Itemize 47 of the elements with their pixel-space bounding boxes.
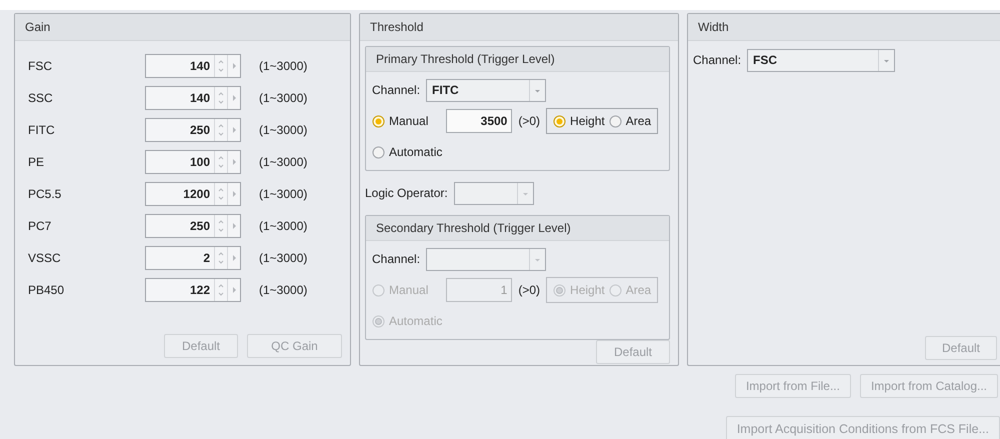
constraint-text: (>0): [518, 114, 540, 128]
dropdown[interactable]: FITC: [426, 78, 546, 102]
panel-title: Threshold: [360, 14, 678, 41]
radio-option[interactable]: Area: [608, 114, 652, 128]
threshold-input[interactable]: 3500: [446, 109, 512, 133]
radio-icon[interactable]: [372, 114, 385, 128]
range-text: (1~3000): [259, 283, 308, 297]
gain-spinbox[interactable]: 250: [145, 118, 241, 142]
range-text: (1~3000): [259, 155, 308, 169]
gain-spinbox[interactable]: 2: [145, 246, 241, 270]
radio-option[interactable]: Automatic: [372, 145, 442, 159]
range-text: (1~3000): [259, 91, 308, 105]
radio-icon[interactable]: [553, 114, 566, 128]
radio-option[interactable]: Height: [553, 114, 605, 128]
channel-label: PE: [28, 155, 46, 169]
constraint-text: (>0): [518, 283, 540, 297]
gain-spinbox[interactable]: 140: [145, 54, 241, 78]
channel-label: SSC: [28, 91, 54, 105]
channel-label: FITC: [28, 123, 56, 137]
field-label: Channel:: [372, 83, 420, 97]
group-title: Secondary Threshold (Trigger Level): [366, 216, 669, 241]
panel-title: Gain: [15, 14, 350, 41]
radio-icon[interactable]: [372, 146, 385, 158]
range-text: (1~3000): [259, 123, 308, 137]
range-text: (1~3000): [259, 219, 308, 233]
channel-label: PC5.5: [28, 187, 62, 201]
gain-spinbox[interactable]: 1200: [145, 182, 241, 206]
channel-label: PB450: [28, 283, 66, 297]
channel-label: VSSC: [28, 251, 62, 265]
range-text: (1~3000): [259, 59, 308, 73]
gain-spinbox[interactable]: 122: [145, 278, 241, 302]
channel-label: FSC: [28, 59, 53, 73]
radio-option[interactable]: Manual: [372, 114, 428, 128]
channel-label: PC7: [28, 219, 52, 233]
range-text: (1~3000): [259, 251, 308, 265]
dropdown[interactable]: [454, 182, 534, 204]
gain-spinbox[interactable]: 100: [145, 150, 241, 174]
field-label: Logic Operator:: [365, 186, 448, 200]
group-title: Primary Threshold (Trigger Level): [366, 47, 669, 72]
dropdown[interactable]: FSC: [747, 48, 896, 72]
panel-title: Width: [688, 14, 1000, 41]
radio-icon[interactable]: [608, 114, 622, 128]
gain-spinbox[interactable]: 250: [145, 214, 241, 238]
range-text: (1~3000): [259, 187, 308, 201]
field-label: Channel:: [693, 53, 742, 67]
gain-spinbox[interactable]: 140: [145, 86, 241, 110]
field-label: Channel:: [372, 252, 420, 266]
